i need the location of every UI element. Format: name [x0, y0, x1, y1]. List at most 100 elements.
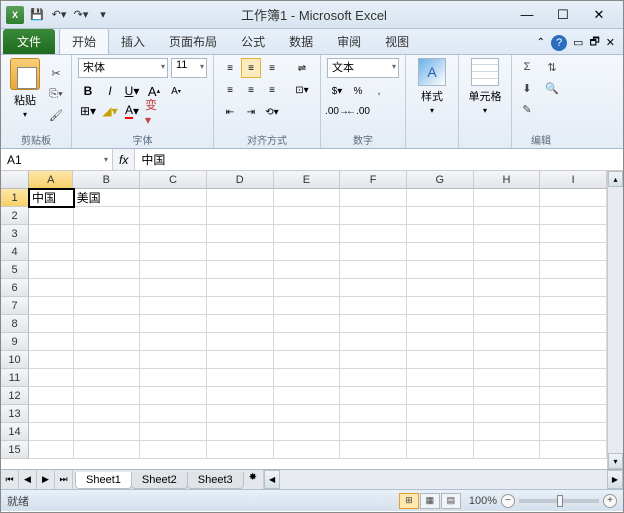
cell-D7[interactable]: [207, 297, 274, 315]
cell-I11[interactable]: [540, 369, 607, 387]
cell-A3[interactable]: [29, 225, 74, 243]
row-header-4[interactable]: 4: [1, 243, 29, 261]
cell-H11[interactable]: [474, 369, 541, 387]
cell-D3[interactable]: [207, 225, 274, 243]
sort-filter-icon[interactable]: ⇅: [540, 58, 564, 76]
cell-B3[interactable]: [74, 225, 141, 243]
column-header-C[interactable]: C: [140, 171, 207, 189]
underline-button[interactable]: U▾: [122, 81, 142, 101]
cell-A10[interactable]: [29, 351, 74, 369]
excel-icon[interactable]: X: [5, 5, 25, 25]
tab-review[interactable]: 审阅: [325, 29, 373, 54]
percent-icon[interactable]: %: [348, 81, 368, 101]
font-color-button[interactable]: A▾: [122, 101, 142, 121]
cell-E11[interactable]: [274, 369, 341, 387]
row-header-13[interactable]: 13: [1, 405, 29, 423]
cell-F5[interactable]: [340, 261, 407, 279]
redo-icon[interactable]: ↷▾: [71, 5, 91, 25]
row-header-11[interactable]: 11: [1, 369, 29, 387]
cell-H14[interactable]: [474, 423, 541, 441]
cell-E13[interactable]: [274, 405, 341, 423]
sheet-prev-icon[interactable]: ◀: [19, 470, 37, 489]
format-painter-icon[interactable]: 🖌: [47, 107, 65, 125]
cell-E3[interactable]: [274, 225, 341, 243]
tab-formulas[interactable]: 公式: [229, 29, 277, 54]
cells-button[interactable]: 单元格 ▾: [465, 58, 505, 135]
cell-G3[interactable]: [407, 225, 474, 243]
cell-C11[interactable]: [140, 369, 207, 387]
tab-data[interactable]: 数据: [277, 29, 325, 54]
zoom-in-button[interactable]: +: [603, 494, 617, 508]
zoom-level[interactable]: 100%: [469, 495, 497, 507]
row-header-6[interactable]: 6: [1, 279, 29, 297]
orientation-icon[interactable]: ⟲▾: [262, 102, 282, 122]
clear-button[interactable]: ✎: [518, 100, 536, 118]
cell-F13[interactable]: [340, 405, 407, 423]
page-layout-view-icon[interactable]: ▦: [420, 493, 440, 509]
cell-C1[interactable]: [140, 189, 207, 207]
scroll-up-icon[interactable]: ▴: [608, 171, 623, 187]
cell-C7[interactable]: [140, 297, 207, 315]
cell-I7[interactable]: [540, 297, 607, 315]
border-button[interactable]: ⊞▾: [78, 101, 98, 121]
cell-E2[interactable]: [274, 207, 341, 225]
cell-C14[interactable]: [140, 423, 207, 441]
cell-H2[interactable]: [474, 207, 541, 225]
fill-button[interactable]: ⬇: [518, 79, 536, 97]
row-header-8[interactable]: 8: [1, 315, 29, 333]
cell-D6[interactable]: [207, 279, 274, 297]
font-size-select[interactable]: 11▾: [171, 58, 207, 78]
scroll-right-icon[interactable]: ▶: [607, 470, 623, 489]
cell-I5[interactable]: [540, 261, 607, 279]
copy-icon[interactable]: ⎘▾: [47, 86, 65, 104]
cell-F14[interactable]: [340, 423, 407, 441]
cell-G11[interactable]: [407, 369, 474, 387]
merge-button[interactable]: ⊡▾: [290, 80, 314, 100]
cell-E15[interactable]: [274, 441, 341, 459]
cell-H15[interactable]: [474, 441, 541, 459]
cell-D15[interactable]: [207, 441, 274, 459]
cell-G10[interactable]: [407, 351, 474, 369]
cell-A14[interactable]: [29, 423, 74, 441]
fill-color-button[interactable]: ◢▾: [100, 101, 120, 121]
cell-H3[interactable]: [474, 225, 541, 243]
sheet-tab-sheet3[interactable]: Sheet3: [187, 472, 244, 489]
increase-decimal-icon[interactable]: .00→: [327, 101, 347, 121]
cell-I4[interactable]: [540, 243, 607, 261]
cell-H7[interactable]: [474, 297, 541, 315]
cell-I13[interactable]: [540, 405, 607, 423]
cell-F15[interactable]: [340, 441, 407, 459]
cell-I3[interactable]: [540, 225, 607, 243]
cell-B13[interactable]: [74, 405, 141, 423]
cell-G1[interactable]: [407, 189, 474, 207]
new-sheet-icon[interactable]: ✸: [243, 470, 263, 489]
cell-F11[interactable]: [340, 369, 407, 387]
cell-I10[interactable]: [540, 351, 607, 369]
cell-G14[interactable]: [407, 423, 474, 441]
cells-area[interactable]: 中国美国: [29, 189, 607, 469]
workbook-minimize-icon[interactable]: ▭: [573, 36, 583, 49]
cell-E5[interactable]: [274, 261, 341, 279]
cell-F1[interactable]: [340, 189, 407, 207]
cell-B6[interactable]: [74, 279, 141, 297]
scroll-down-icon[interactable]: ▾: [608, 453, 623, 469]
cell-G9[interactable]: [407, 333, 474, 351]
row-header-9[interactable]: 9: [1, 333, 29, 351]
minimize-button[interactable]: —: [515, 6, 539, 24]
cell-D10[interactable]: [207, 351, 274, 369]
maximize-button[interactable]: ☐: [551, 6, 575, 24]
tab-view[interactable]: 视图: [373, 29, 421, 54]
workbook-restore-icon[interactable]: 🗗: [589, 33, 599, 52]
cell-H6[interactable]: [474, 279, 541, 297]
cell-H5[interactable]: [474, 261, 541, 279]
cell-F12[interactable]: [340, 387, 407, 405]
cell-B5[interactable]: [74, 261, 141, 279]
cell-F7[interactable]: [340, 297, 407, 315]
row-header-15[interactable]: 15: [1, 441, 29, 459]
cell-H4[interactable]: [474, 243, 541, 261]
row-header-5[interactable]: 5: [1, 261, 29, 279]
tab-insert[interactable]: 插入: [109, 29, 157, 54]
cell-D11[interactable]: [207, 369, 274, 387]
cell-G13[interactable]: [407, 405, 474, 423]
cell-C6[interactable]: [140, 279, 207, 297]
